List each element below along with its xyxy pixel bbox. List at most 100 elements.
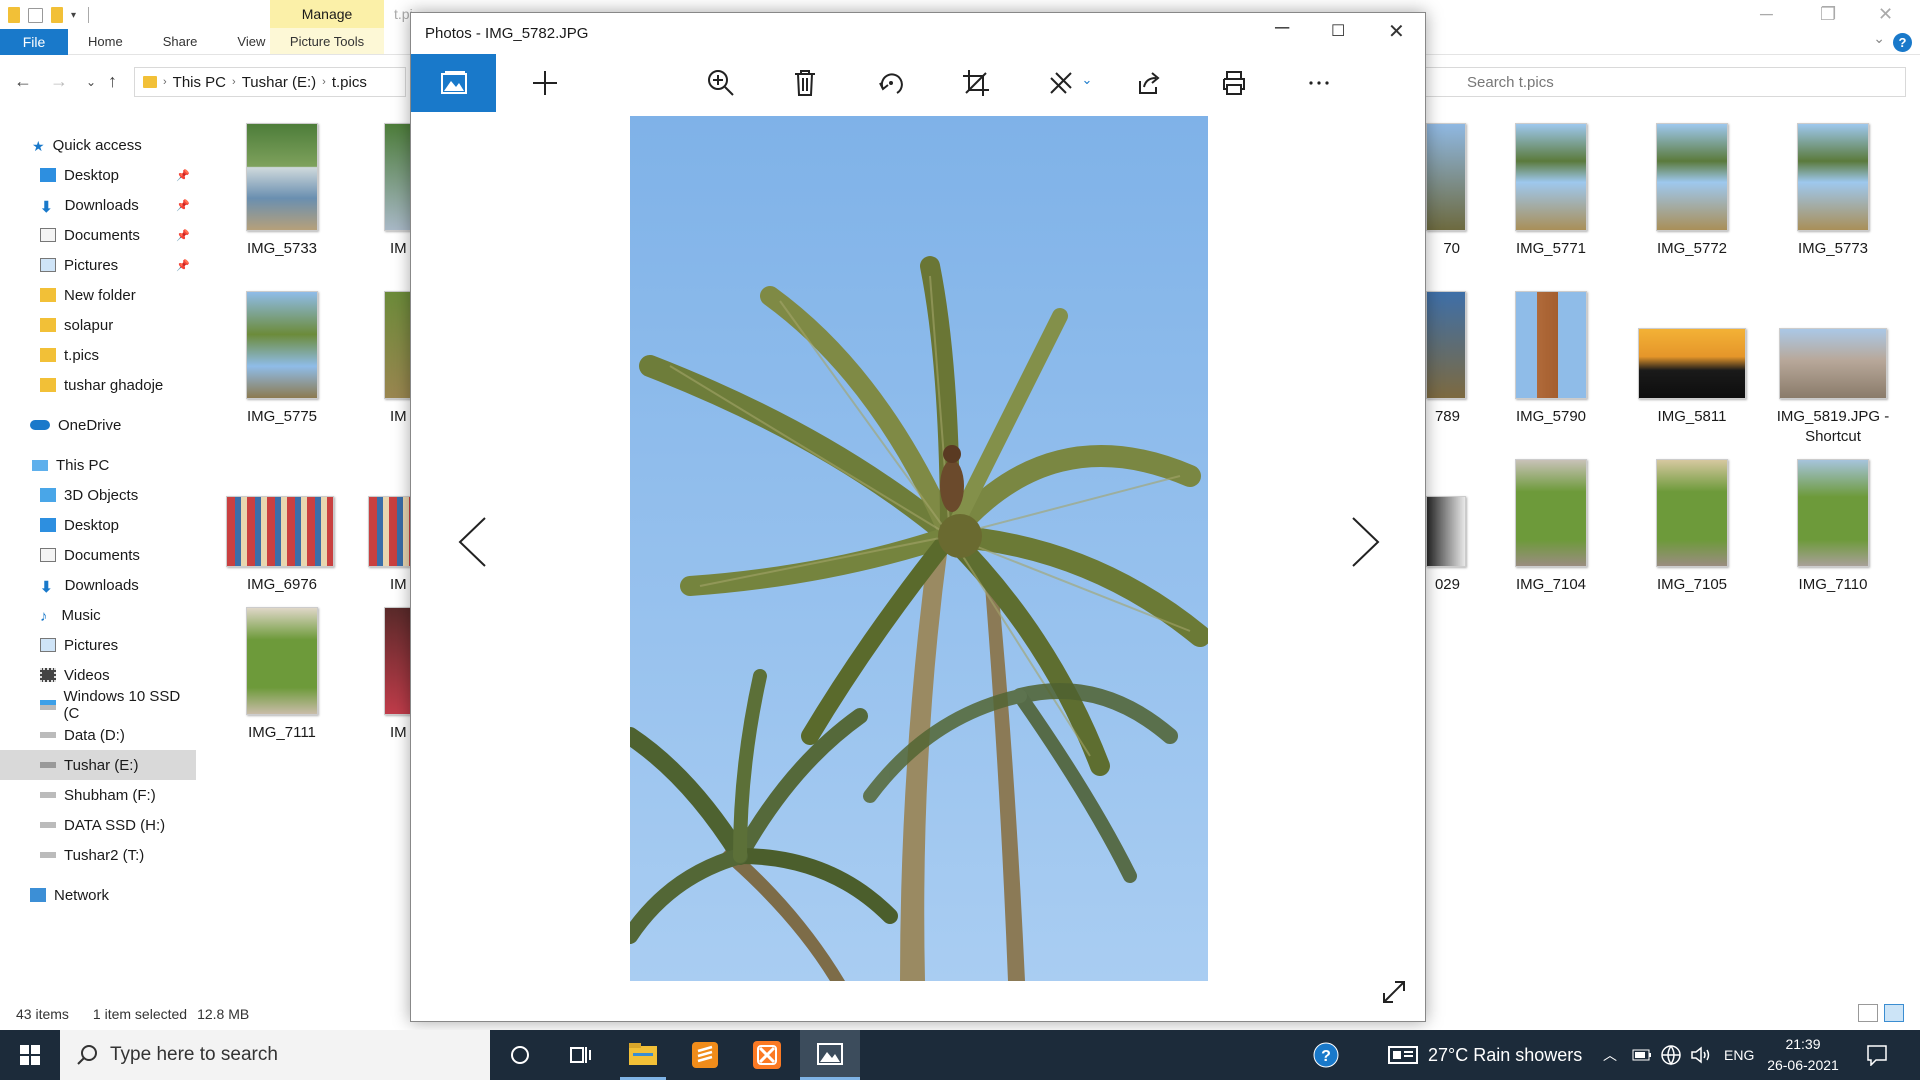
more-button[interactable] xyxy=(1289,54,1349,112)
task-view-button[interactable] xyxy=(558,1030,604,1080)
chevron-right-icon[interactable]: › xyxy=(232,76,236,88)
pin-icon[interactable]: 📌 xyxy=(176,259,190,272)
tab-share[interactable]: Share xyxy=(143,34,218,49)
sidebar-item-drive-h[interactable]: DATA SSD (H:) xyxy=(0,810,196,840)
customize-qat-icon[interactable]: ▾ xyxy=(71,10,76,21)
file-item[interactable]: IMG_5819.JPG - Shortcut xyxy=(1773,328,1893,447)
share-button[interactable] xyxy=(1119,54,1179,112)
breadcrumb-t-pics[interactable]: t.pics xyxy=(332,74,367,91)
pin-icon[interactable]: 📌 xyxy=(176,169,190,182)
sidebar-item-videos[interactable]: Videos xyxy=(0,660,196,690)
details-view-icon[interactable] xyxy=(1858,1004,1878,1022)
file-item[interactable]: IMG_7110 xyxy=(1773,459,1893,595)
sidebar-item-drive-d[interactable]: Data (D:) xyxy=(0,720,196,750)
expand-ribbon-icon[interactable]: ⌄ xyxy=(1873,30,1885,47)
help-tray-button[interactable]: ? xyxy=(1312,1030,1340,1080)
file-item[interactable]: IMG_7105 xyxy=(1632,459,1752,595)
sidebar-item-downloads-pc[interactable]: ⬇ Downloads xyxy=(0,570,196,600)
large-icons-view-icon[interactable] xyxy=(1884,1004,1904,1022)
sidebar-item-documents[interactable]: Documents 📌 xyxy=(0,220,196,250)
sidebar-item-drive-e[interactable]: Tushar (E:) xyxy=(0,750,196,780)
file-item[interactable]: IM xyxy=(340,291,444,427)
file-item[interactable]: IMG_5811 xyxy=(1632,328,1752,427)
volume-icon[interactable] xyxy=(1690,1030,1712,1080)
start-button[interactable] xyxy=(0,1030,60,1080)
up-icon[interactable]: ↑ xyxy=(108,71,117,92)
file-item[interactable]: IM xyxy=(340,123,444,259)
close-icon[interactable]: ✕ xyxy=(1388,19,1405,44)
file-item[interactable]: IM xyxy=(340,607,444,743)
file-item[interactable]: IMG_5733 xyxy=(222,123,342,259)
weather-widget[interactable]: 27°C Rain showers xyxy=(1388,1030,1582,1080)
file-item[interactable]: IMG_6976 xyxy=(222,496,342,595)
maximize-icon[interactable]: ☐ xyxy=(1331,21,1345,41)
sidebar-item-drive-f[interactable]: Shubham (F:) xyxy=(0,780,196,810)
sidebar-item-onedrive[interactable]: OneDrive xyxy=(0,410,196,440)
new-folder-icon[interactable] xyxy=(51,7,63,23)
tab-home[interactable]: Home xyxy=(68,34,143,49)
sidebar-item-drive-c[interactable]: Windows 10 SSD (C xyxy=(0,688,196,722)
pin-icon[interactable]: 📌 xyxy=(176,199,190,212)
zoom-button[interactable] xyxy=(691,54,751,112)
previous-arrow[interactable] xyxy=(457,516,487,572)
file-item[interactable]: IM xyxy=(340,496,428,595)
close-icon[interactable]: ✕ xyxy=(1878,4,1893,25)
edit-button[interactable]: ⌄ xyxy=(1033,54,1107,112)
print-button[interactable] xyxy=(1204,54,1264,112)
file-item[interactable]: IMG_5771 xyxy=(1491,123,1611,259)
network-globe-icon[interactable] xyxy=(1660,1030,1682,1080)
taskbar-search-input[interactable]: Type here to search xyxy=(60,1030,490,1080)
file-item[interactable]: IMG_5790 xyxy=(1491,291,1611,427)
file-item[interactable]: IMG_5772 xyxy=(1632,123,1752,259)
chevron-right-icon[interactable]: › xyxy=(163,76,167,88)
sidebar-item-new-folder[interactable]: New folder xyxy=(0,280,196,310)
restore-icon[interactable]: ❐ xyxy=(1820,4,1836,25)
sidebar-item-quick-access[interactable]: ★ Quick access xyxy=(0,130,196,160)
minimize-icon[interactable]: ─ xyxy=(1275,17,1289,40)
pin-icon[interactable]: 📌 xyxy=(176,229,190,242)
sidebar-item-downloads[interactable]: ⬇ Downloads 📌 xyxy=(0,190,196,220)
delete-button[interactable] xyxy=(775,54,835,112)
sidebar-item-3d-objects[interactable]: 3D Objects xyxy=(0,480,196,510)
taskbar-sublime-text[interactable] xyxy=(682,1030,728,1080)
breadcrumb-tushar-e[interactable]: Tushar (E:) xyxy=(242,74,316,91)
photo-viewer[interactable] xyxy=(630,116,1208,981)
collection-button[interactable] xyxy=(411,54,496,112)
tab-picture-tools[interactable]: Picture Tools xyxy=(274,34,380,49)
file-item[interactable]: IMG_7111 xyxy=(222,607,342,743)
sidebar-item-drive-t[interactable]: Tushar2 (T:) xyxy=(0,840,196,870)
sidebar-item-desktop[interactable]: Desktop 📌 xyxy=(0,160,196,190)
crop-button[interactable] xyxy=(946,54,1006,112)
taskbar-xampp[interactable] xyxy=(744,1030,790,1080)
cortana-button[interactable] xyxy=(497,1030,543,1080)
full-screen-button[interactable] xyxy=(1381,979,1407,1009)
chevron-down-icon[interactable]: ⌄ xyxy=(1082,72,1093,88)
sidebar-item-solapur[interactable]: solapur xyxy=(0,310,196,340)
sidebar-item-this-pc[interactable]: This PC xyxy=(0,450,196,480)
add-button[interactable] xyxy=(515,54,575,112)
minimize-icon[interactable]: ─ xyxy=(1760,4,1773,25)
search-input[interactable]: Search t.pics xyxy=(1420,67,1906,97)
recent-locations-icon[interactable]: ⌄ xyxy=(86,75,96,89)
show-hidden-icons[interactable]: ︿ xyxy=(1603,1030,1617,1080)
properties-icon[interactable] xyxy=(28,7,43,23)
sidebar-item-pictures[interactable]: Pictures 📌 xyxy=(0,250,196,280)
taskbar-photos[interactable] xyxy=(800,1030,860,1080)
chevron-right-icon[interactable]: › xyxy=(322,76,326,88)
sidebar-item-network[interactable]: Network xyxy=(0,880,196,910)
next-arrow[interactable] xyxy=(1351,516,1381,572)
language-indicator[interactable]: ENG xyxy=(1724,1030,1754,1080)
notifications-button[interactable] xyxy=(1866,1030,1888,1080)
back-icon[interactable]: ← xyxy=(14,71,32,92)
sidebar-item-desktop-pc[interactable]: Desktop xyxy=(0,510,196,540)
file-item[interactable]: IMG_5775 xyxy=(222,291,342,427)
file-item[interactable]: IMG_5773 xyxy=(1773,123,1893,259)
sidebar-item-pictures-pc[interactable]: Pictures xyxy=(0,630,196,660)
battery-icon[interactable] xyxy=(1632,1030,1652,1080)
sidebar-item-tushar-ghadoje[interactable]: tushar ghadoje xyxy=(0,370,196,400)
address-bar[interactable]: › This PC › Tushar (E:) › t.pics xyxy=(134,67,406,97)
breadcrumb-this-pc[interactable]: This PC xyxy=(173,74,226,91)
rotate-button[interactable] xyxy=(861,54,921,112)
clock[interactable]: 21:39 26-06-2021 xyxy=(1758,1034,1848,1076)
tab-file[interactable]: File xyxy=(0,28,68,55)
